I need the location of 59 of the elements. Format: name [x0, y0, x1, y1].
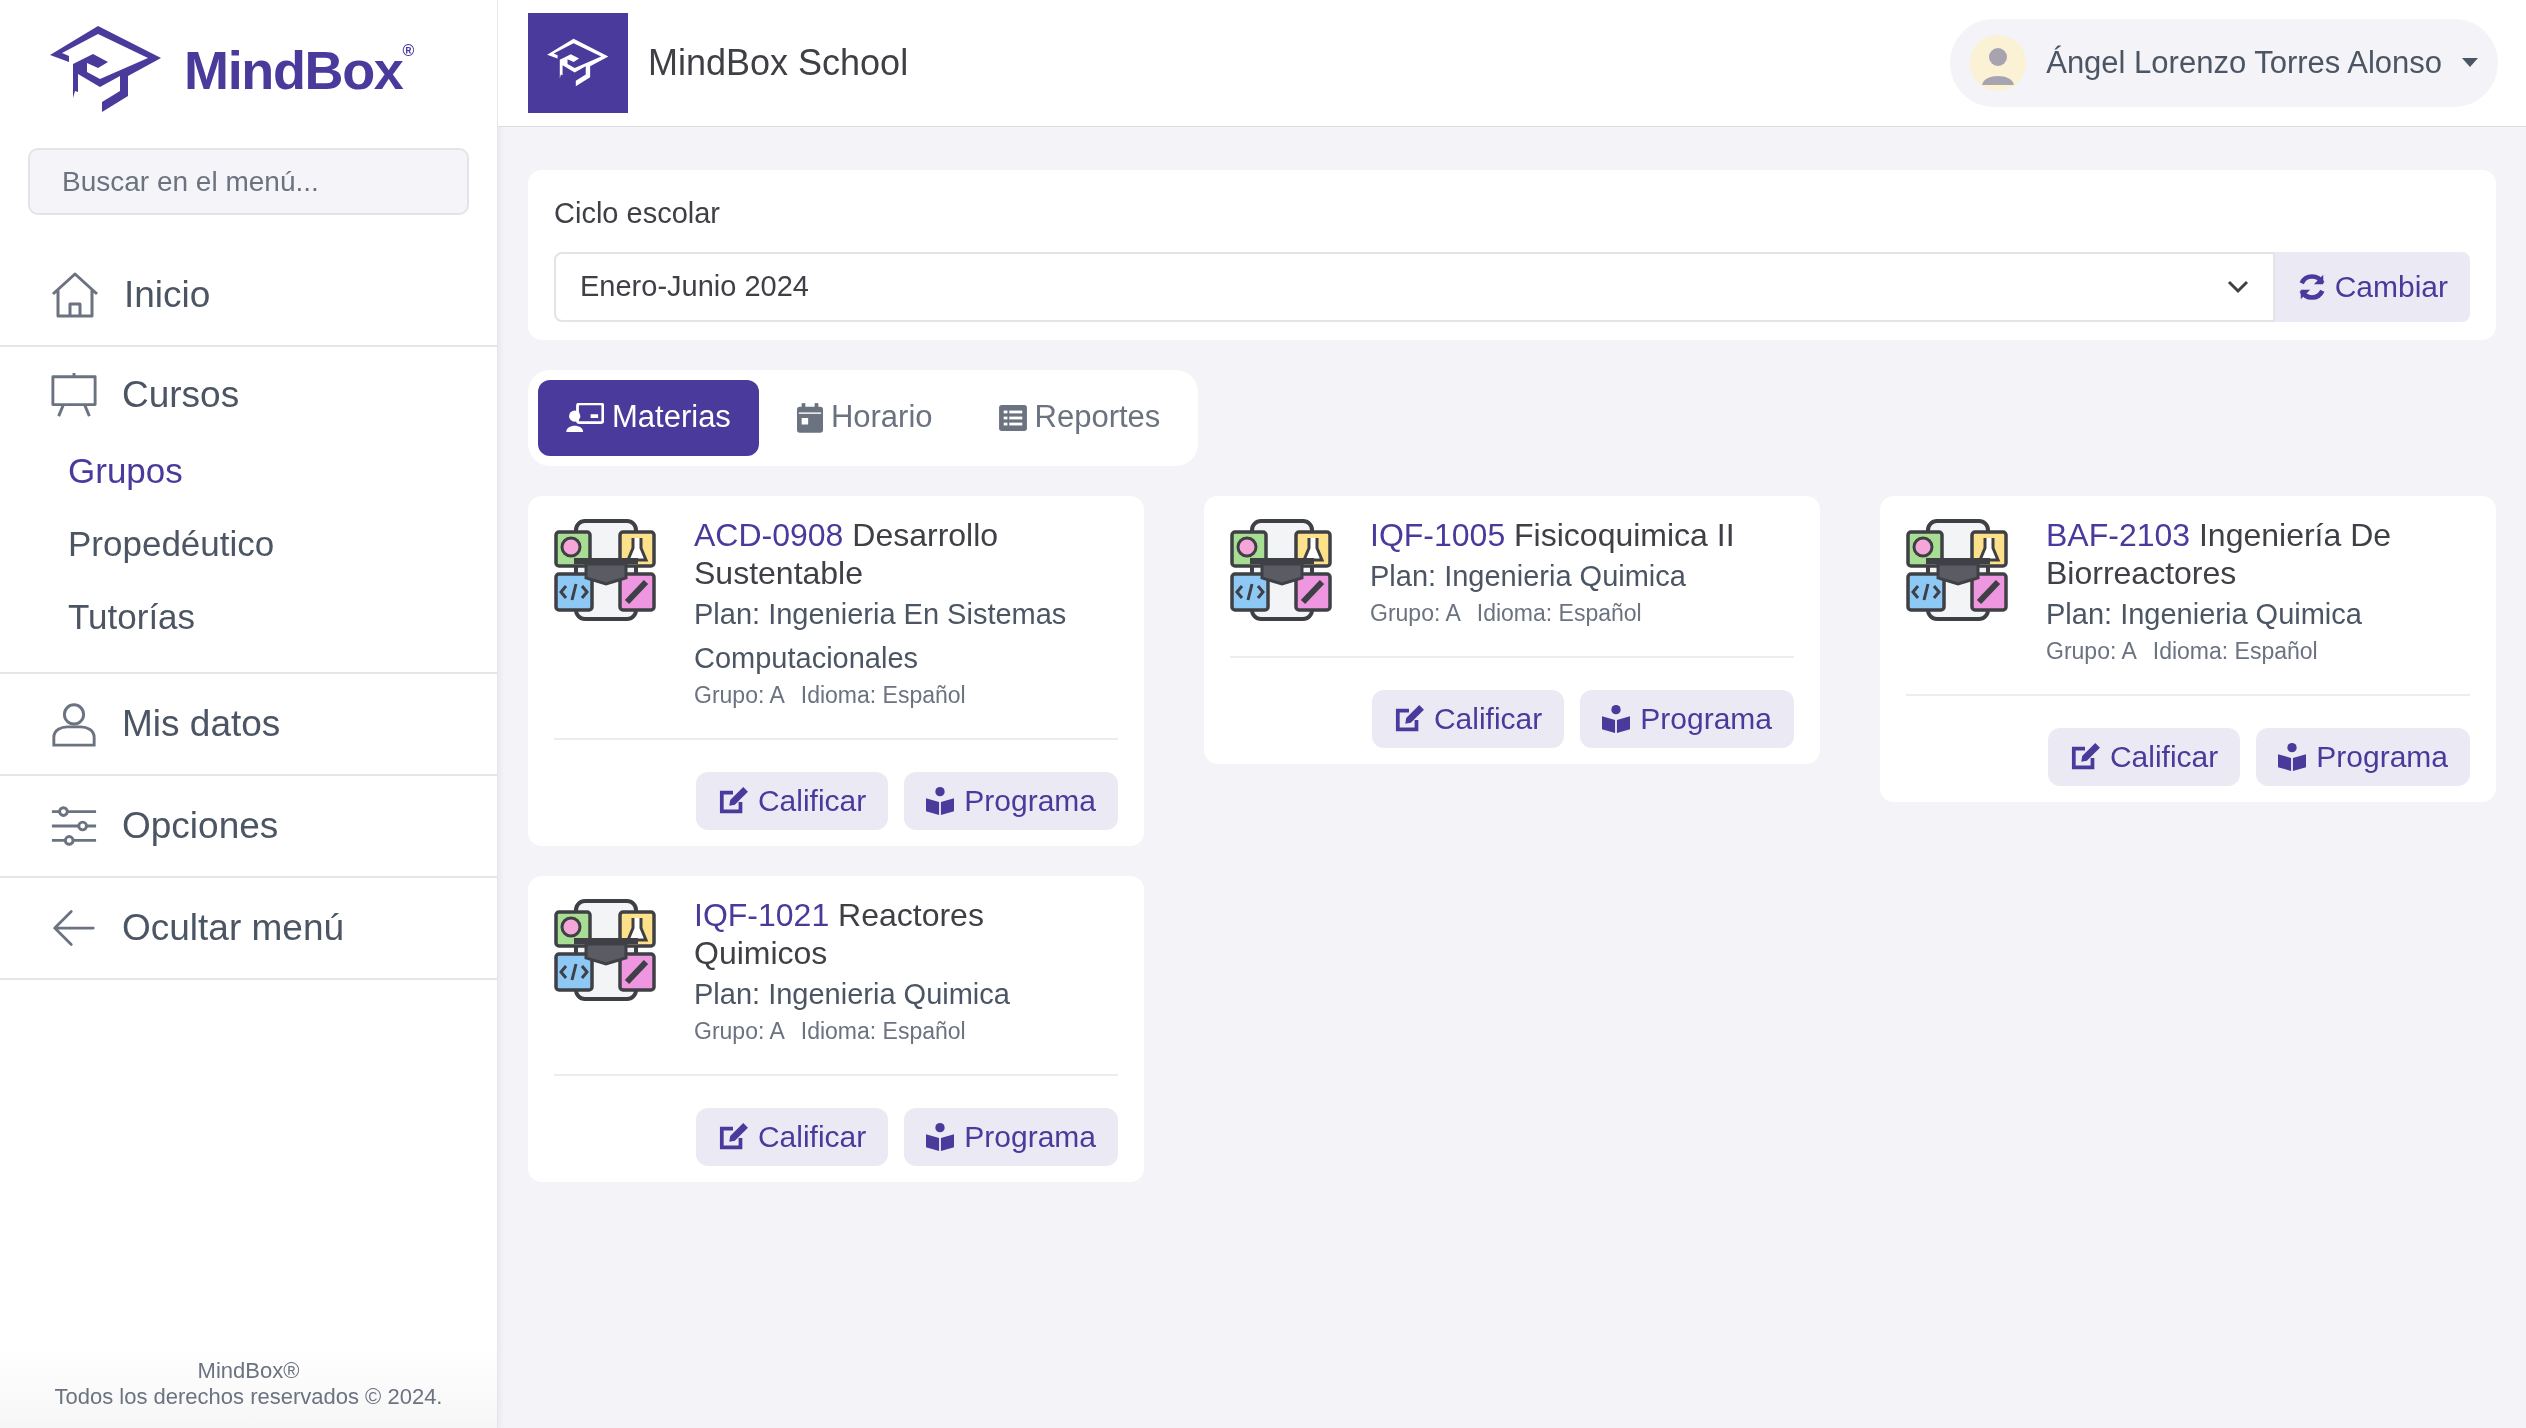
home-icon [50, 271, 100, 319]
reader-book-icon [1602, 704, 1631, 733]
program-button[interactable]: Programa [904, 771, 1118, 830]
group-label: Grupo: A [2046, 636, 2137, 666]
sidebar-item[interactable]: Mis datos [0, 674, 497, 774]
screen-user-icon [566, 402, 604, 433]
language-label: Idioma: Español [800, 1016, 966, 1046]
reader-book-icon [2278, 742, 2307, 771]
submenu-item[interactable]: Tutorías [0, 581, 497, 654]
caret-icon [2462, 58, 2478, 68]
sidebar-item[interactable]: Ocultar menú [0, 878, 497, 978]
edit-icon [717, 786, 748, 815]
avatar-icon [1970, 35, 2027, 91]
program-button[interactable]: Programa [1580, 689, 1794, 748]
grade-button[interactable]: Calificar [1371, 689, 1565, 748]
course-title: IQF-1005 Fisicoquimica II [1370, 515, 1735, 554]
grade-button[interactable]: Calificar [695, 1107, 889, 1166]
mortarboard-logo-icon [546, 37, 610, 89]
course-plan: Plan: Ingenieria Quimica [2046, 596, 2363, 632]
edit-icon [1393, 704, 1424, 733]
brand-name: MindBox [184, 43, 403, 97]
app-title: MindBox School [648, 41, 909, 85]
program-button[interactable]: Programa [2256, 727, 2470, 786]
sidebar-item[interactable]: Opciones [0, 776, 497, 876]
group-label: Grupo: A [1370, 598, 1461, 628]
grade-button[interactable]: Calificar [2047, 727, 2241, 786]
user-menu[interactable]: Ángel Lorenzo Torres Alonso [1950, 19, 2498, 107]
tab[interactable]: Materias [538, 379, 759, 456]
change-button[interactable]: Cambiar [2274, 251, 2470, 322]
program-button[interactable]: Programa [904, 1107, 1118, 1166]
language-label: Idioma: Español [1476, 598, 1642, 628]
course-plan: Plan: Ingenieria En Sistemas Computacionales [694, 596, 1068, 676]
user-icon [50, 700, 98, 748]
submenu-item[interactable]: Propedéutico [0, 508, 497, 581]
footer-text: Todos los derechos reservados © 2024. [54, 1384, 443, 1410]
course-title: IQF-1021 Reactores Quimicos [694, 895, 985, 972]
field-label: Ciclo escolar [554, 196, 721, 231]
calendar-icon [796, 402, 823, 433]
grade-button[interactable]: Calificar [695, 771, 889, 830]
group-label: Grupo: A [694, 680, 785, 710]
edit-icon [2069, 742, 2100, 771]
language-label: Idioma: Español [800, 680, 966, 710]
search-field[interactable]: Buscar en el menú... [28, 148, 469, 215]
list-icon [998, 404, 1027, 431]
reader-book-icon [926, 786, 955, 815]
reader-book-icon [926, 1122, 955, 1151]
course-plan: Plan: Ingenieria Quimica [1370, 558, 1687, 594]
footer-text: MindBox® [197, 1358, 300, 1384]
course-title: BAF-2103 Ingeniería De Biorreactores [2046, 515, 2393, 592]
course-title: ACD-0908 Desarrollo Sustentable [694, 515, 1000, 592]
edit-icon [717, 1122, 748, 1151]
chevron-down-icon [2226, 279, 2249, 294]
group-label: Grupo: A [694, 1016, 785, 1046]
language-label: Idioma: Español [2152, 636, 2318, 666]
course-plan: Plan: Ingenieria Quimica [694, 976, 1011, 1012]
registered-mark: ® [402, 43, 415, 59]
presentation-board-icon [50, 371, 98, 419]
cycle-select[interactable]: Enero-Junio 2024 [554, 251, 2275, 322]
sidebar-item[interactable]: Inicio [0, 245, 497, 345]
